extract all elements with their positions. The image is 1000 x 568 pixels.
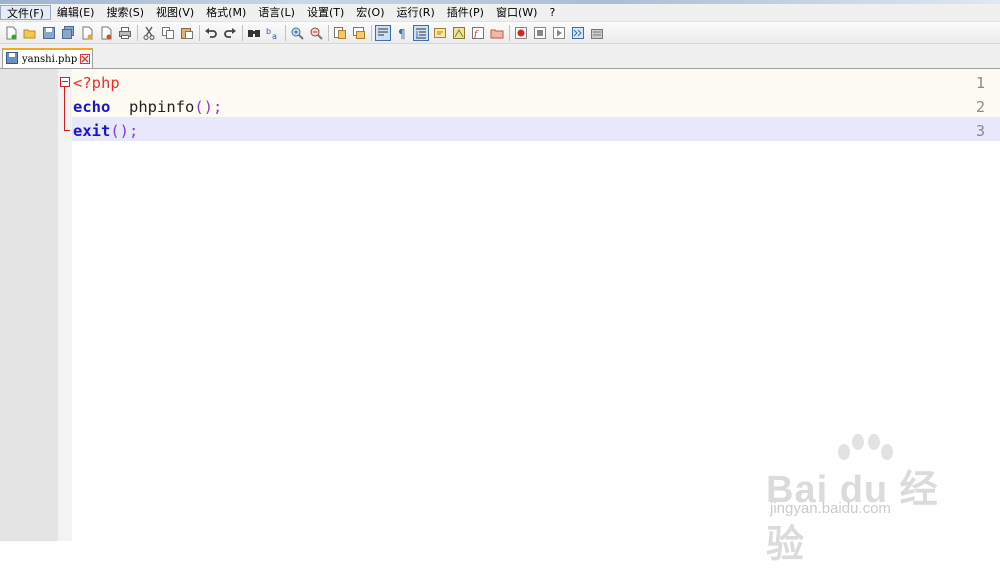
saved-file-icon xyxy=(6,51,18,67)
parentheses: (); xyxy=(194,98,223,116)
function-name: phpinfo xyxy=(110,98,195,116)
php-open-tag: <?php xyxy=(73,74,120,92)
toolbar-separator xyxy=(371,24,372,41)
user-language-icon[interactable] xyxy=(432,25,448,41)
tab-close-icon[interactable] xyxy=(80,54,91,64)
svg-text:a: a xyxy=(272,32,277,40)
cut-icon[interactable] xyxy=(141,25,157,41)
toolbar-separator xyxy=(328,24,329,41)
menu-macro[interactable]: 宏(O) xyxy=(350,5,390,20)
line-number: 2 xyxy=(975,98,985,116)
keyword-echo: echo xyxy=(73,98,111,116)
record-macro-icon[interactable] xyxy=(513,25,529,41)
toolbar-separator xyxy=(509,24,510,41)
redo-icon[interactable] xyxy=(222,25,238,41)
sync-horizontal-icon[interactable] xyxy=(351,25,367,41)
copy-icon[interactable] xyxy=(160,25,176,41)
fold-line xyxy=(64,87,65,131)
folder-as-workspace-icon[interactable] xyxy=(489,25,505,41)
menu-plugins[interactable]: 插件(P) xyxy=(441,5,490,20)
menu-language[interactable]: 语言(L) xyxy=(252,5,301,20)
svg-text:b: b xyxy=(266,27,271,36)
menu-edit[interactable]: 编辑(E) xyxy=(51,5,101,20)
code-line-1: <?php xyxy=(73,71,120,95)
tab-bar: yanshi.php xyxy=(0,44,1000,69)
play-macro-icon[interactable] xyxy=(551,25,567,41)
save-all-icon[interactable] xyxy=(60,25,76,41)
indent-guide-icon[interactable] xyxy=(413,24,429,41)
menu-file[interactable]: 文件(F) xyxy=(0,5,51,20)
watermark-url: jingyan.baidu.com xyxy=(770,500,891,517)
open-file-icon[interactable] xyxy=(22,25,38,41)
function-list-icon[interactable]: f xyxy=(470,25,486,41)
new-file-icon[interactable] xyxy=(3,25,19,41)
zoom-in-icon[interactable] xyxy=(289,25,305,41)
fold-toggle-icon[interactable] xyxy=(60,77,70,87)
close-icon[interactable] xyxy=(79,25,95,41)
menu-search[interactable]: 搜索(S) xyxy=(100,5,150,20)
print-icon[interactable] xyxy=(117,25,133,41)
undo-icon[interactable] xyxy=(203,25,219,41)
line-number-gutter xyxy=(0,69,58,541)
sync-vertical-icon[interactable] xyxy=(332,25,348,41)
toolbar-separator xyxy=(199,24,200,41)
menu-window[interactable]: 窗口(W) xyxy=(490,5,543,20)
menu-run[interactable]: 运行(R) xyxy=(391,5,441,20)
menu-view[interactable]: 视图(V) xyxy=(150,5,200,20)
word-wrap-icon[interactable] xyxy=(375,24,391,41)
current-line-highlight xyxy=(72,117,1000,141)
stop-record-icon[interactable] xyxy=(532,25,548,41)
run-macro-multiple-icon[interactable] xyxy=(570,25,586,41)
code-line-3: exit(); xyxy=(73,119,138,143)
line-number: 1 xyxy=(975,74,985,92)
close-all-icon[interactable] xyxy=(98,25,114,41)
find-icon[interactable] xyxy=(246,25,262,41)
svg-text:¶: ¶ xyxy=(398,27,406,40)
fold-margin[interactable] xyxy=(58,69,72,541)
toolbar-separator xyxy=(137,24,138,41)
menu-settings[interactable]: 设置(T) xyxy=(301,5,350,20)
baidu-watermark: Bai du 经验 jingyan.baidu.com xyxy=(760,430,950,566)
parentheses: (); xyxy=(110,122,139,140)
keyword-exit: exit xyxy=(73,122,111,140)
menu-format[interactable]: 格式(M) xyxy=(200,5,252,20)
toolbar-separator xyxy=(285,24,286,41)
paste-icon[interactable] xyxy=(179,25,195,41)
doc-map-icon[interactable] xyxy=(451,25,467,41)
save-icon[interactable] xyxy=(41,25,57,41)
fold-end xyxy=(64,130,70,131)
tab-yanshi-php[interactable]: yanshi.php xyxy=(2,48,93,68)
toolbar-separator xyxy=(242,24,243,41)
replace-icon[interactable]: ba xyxy=(265,25,281,41)
zoom-out-icon[interactable] xyxy=(308,25,324,41)
tab-label: yanshi.php xyxy=(22,53,78,65)
show-all-chars-icon[interactable]: ¶ xyxy=(394,25,410,41)
save-macro-icon[interactable] xyxy=(589,25,605,41)
menu-help[interactable]: ? xyxy=(543,5,561,20)
toolbar: ba ¶ f xyxy=(0,22,1000,44)
menu-bar: 文件(F) 编辑(E) 搜索(S) 视图(V) 格式(M) 语言(L) 设置(T… xyxy=(0,4,1000,22)
code-line-2: echo phpinfo(); xyxy=(73,95,222,119)
line-number: 3 xyxy=(975,122,985,140)
